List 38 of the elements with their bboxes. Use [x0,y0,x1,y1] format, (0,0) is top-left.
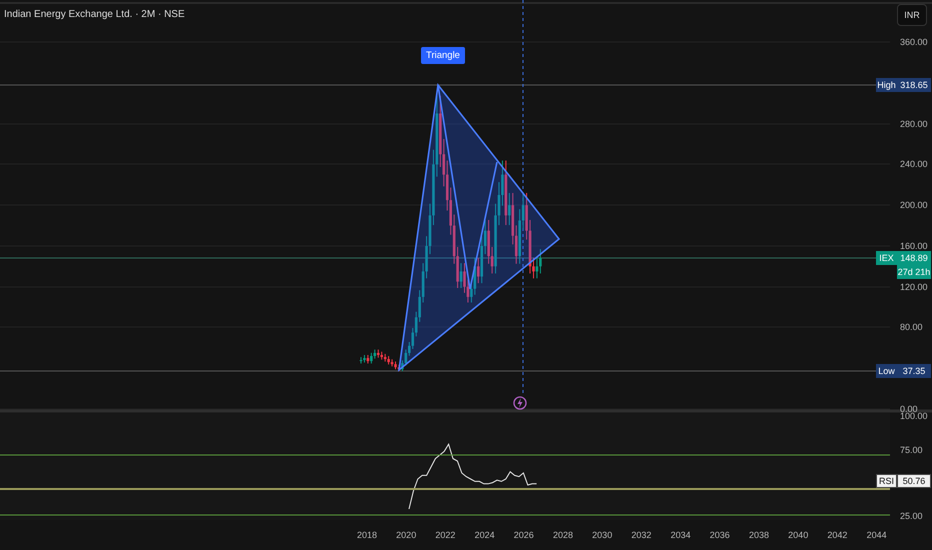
price-axis-label: 120.00 [900,282,928,292]
time-axis-label: 2044 [866,530,887,540]
time-axis-label: 2018 [356,530,378,540]
time-axis-label: 2038 [748,530,770,540]
price-axis-label: 360.00 [900,37,928,47]
time-axis-label: 2030 [592,530,612,540]
currency-button[interactable]: INR [897,4,927,26]
lightning-icon[interactable] [513,396,527,410]
price-axis-label: 200.00 [900,200,928,210]
time-axis-label: 2040 [788,530,808,540]
price-axis-label: 160.00 [900,241,928,251]
time-axis-label: 2026 [514,530,534,540]
price-tag: 37.35 [897,364,931,378]
time-axis-label: 2022 [435,530,456,540]
time-axis-label: 2024 [474,530,495,540]
marker-label-tag: IEX [876,251,897,265]
chart-title: Indian Energy Exchange Ltd. · 2M · NSE [4,9,185,20]
time-axis-label: 2032 [631,530,652,540]
rsi-axis-label: 100.00 [900,411,928,421]
countdown-tag: 27d 21h [897,265,931,279]
rsi-axis-label: 25.00 [900,511,923,521]
price-tag: 148.89 [897,251,931,265]
price-tag: 318.65 [897,78,931,92]
marker-label-tag: High [876,78,897,92]
rsi-value-tag: 50.76 [897,474,931,488]
rsi-axis-label: 75.00 [900,445,923,455]
time-axis-label: 2020 [396,530,416,540]
rsi-label-tag: RSI [876,474,897,488]
pattern-label: Triangle [421,47,465,64]
time-axis-label: 2036 [710,530,730,540]
time-axis-label: 2028 [552,530,574,540]
price-axis-label: 80.00 [900,322,923,332]
price-axis-label: 0.00 [900,404,918,414]
price-axis-label: 240.00 [900,159,928,169]
marker-label-tag: Low [876,364,897,378]
time-axis-label: 2034 [670,530,691,540]
price-axis-label: 280.00 [900,119,928,129]
time-axis-label: 2042 [827,530,848,540]
